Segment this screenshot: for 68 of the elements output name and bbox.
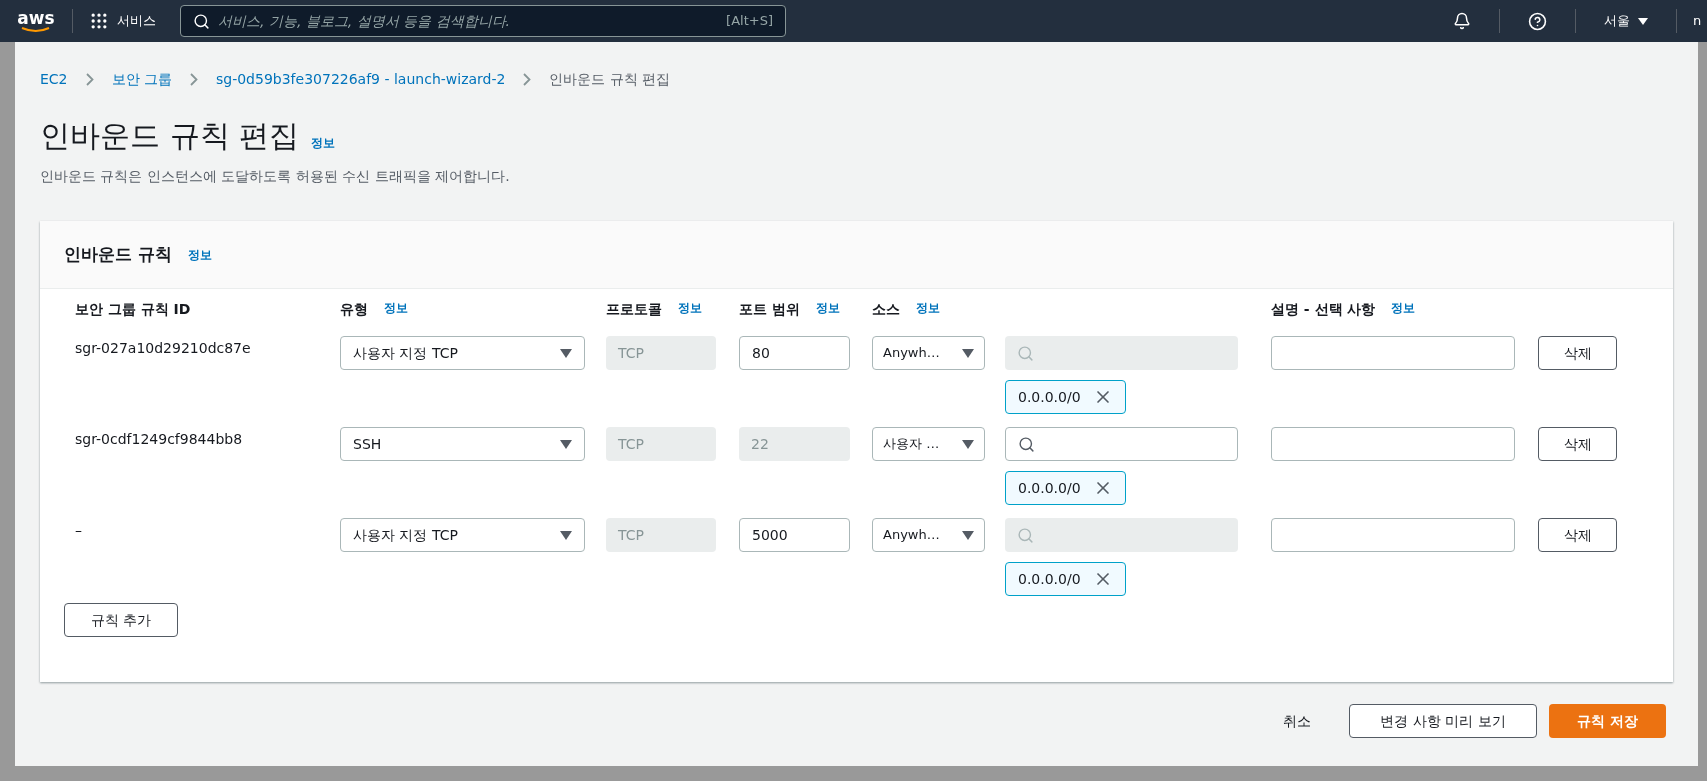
delete-button[interactable]: 삭제 (1538, 427, 1617, 461)
cancel-button[interactable]: 취소 (1275, 704, 1319, 738)
services-menu[interactable]: 서비스 (89, 11, 156, 31)
chevron-icon (523, 73, 532, 86)
breadcrumb-link[interactable]: sg-0d59b3fe307226af9 - launch-wizard-2 (216, 69, 506, 90)
aws-logo[interactable]: aws (16, 9, 56, 33)
info-link[interactable]: 정보 (311, 134, 336, 152)
region-menu[interactable]: 서울 (1604, 11, 1648, 31)
description-field[interactable] (1271, 427, 1515, 461)
search-icon (1017, 344, 1034, 362)
caret-icon (962, 439, 974, 449)
breadcrumb-link[interactable]: 보안 그룹 (111, 69, 172, 90)
source-select[interactable]: Anywh… (872, 336, 985, 370)
help-icon[interactable] (1528, 11, 1547, 31)
info-link[interactable]: 정보 (815, 299, 840, 320)
grid-icon (89, 11, 109, 31)
port-range-field[interactable]: 5000 (739, 518, 850, 552)
rule-id: – (75, 521, 83, 540)
rule-id: sgr-0cdf1249cf9844bb8 (75, 430, 244, 449)
source-select[interactable]: Anywh… (872, 518, 985, 552)
page-description: 인바운드 규칙은 인스턴스에 도달하도록 허용된 수신 트래픽을 제어합니다. (40, 167, 511, 186)
source-select[interactable]: 사용자 … (872, 427, 985, 461)
rule-id: sgr-027a10d29210dc87e (75, 339, 252, 358)
caret-icon (560, 439, 572, 449)
column-header: 유형 (340, 300, 368, 319)
cidr-text: 0.0.0.0/0 (1018, 569, 1081, 589)
info-link[interactable]: 정보 (1391, 299, 1416, 320)
account-menu[interactable]: n (1693, 11, 1707, 31)
add-rule-button[interactable]: 규칙 추가 (64, 603, 178, 637)
info-link[interactable]: 정보 (384, 299, 408, 320)
info-link[interactable]: 정보 (187, 245, 212, 264)
caret-icon (962, 530, 974, 540)
caret-icon (560, 348, 572, 358)
breadcrumb-current: 인바운드 규칙 편집 (549, 70, 671, 89)
search-icon (1018, 435, 1035, 453)
delete-button[interactable]: 삭제 (1538, 518, 1617, 552)
column-header: 소스 (872, 300, 900, 319)
cidr-text: 0.0.0.0/0 (1018, 478, 1081, 498)
type-select[interactable]: 사용자 지정 TCP (340, 336, 585, 370)
description-field[interactable] (1271, 518, 1515, 552)
breadcrumb-link[interactable]: EC2 (40, 69, 68, 90)
column-header: 보안 그룹 규칙 ID (75, 300, 191, 319)
column-header: 프로토콜 (606, 300, 662, 319)
search-icon (193, 12, 210, 30)
bell-icon[interactable] (1453, 12, 1471, 30)
caret-icon (1638, 17, 1648, 25)
search-icon (1017, 526, 1034, 544)
port-range-field[interactable]: 80 (739, 336, 850, 370)
page-title: 인바운드 규칙 편집 (40, 117, 300, 155)
caret-icon (962, 348, 974, 358)
shortcut-hint: [Alt+S] (726, 12, 773, 31)
info-link[interactable]: 정보 (678, 299, 702, 320)
cidr-text: 0.0.0.0/0 (1018, 387, 1081, 407)
preview-button[interactable]: 변경 사항 미리 보기 (1349, 704, 1537, 738)
column-header: 포트 범위 (739, 300, 800, 319)
delete-button[interactable]: 삭제 (1538, 336, 1617, 370)
description-field[interactable] (1271, 336, 1515, 370)
type-select[interactable]: SSH (340, 427, 585, 461)
search-field[interactable]: 서비스, 기능, 블로그, 설명서 등을 검색합니다. (218, 10, 719, 32)
source-search-field[interactable] (1005, 427, 1238, 461)
chevron-icon (190, 73, 198, 86)
caret-icon (560, 530, 572, 540)
type-select[interactable]: 사용자 지정 TCP (340, 518, 585, 552)
panel-title: 인바운드 규칙 (64, 242, 172, 266)
info-link[interactable]: 정보 (916, 299, 940, 320)
chevron-icon (85, 73, 94, 86)
search-bar[interactable]: 서비스, 기능, 블로그, 설명서 등을 검색합니다. [Alt+S] (180, 5, 786, 37)
column-header: 설명 - 선택 사항 (1271, 300, 1376, 319)
